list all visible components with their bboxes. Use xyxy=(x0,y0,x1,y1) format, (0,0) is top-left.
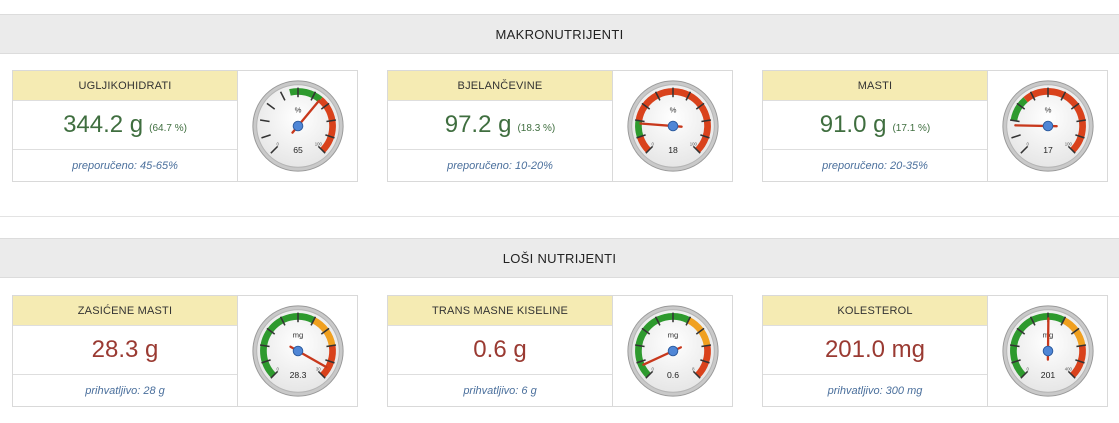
card-title: UGLJIKOHIDRATI xyxy=(13,71,237,101)
acceptable-note: prihvatljivo: 28 g xyxy=(85,384,165,397)
gauge-unit: % xyxy=(294,106,301,115)
section-divider xyxy=(0,216,1119,217)
gauge-max-label: 100 xyxy=(314,142,322,147)
gauge-hub xyxy=(1042,345,1053,357)
card-title: ZASIĆENE MASTI xyxy=(13,296,237,326)
nutrient-card-fats: MASTI 91.0 g (17.1 %) preporučeno: 20-35… xyxy=(762,70,1108,182)
gauge-dial: 0400mg201 xyxy=(1001,305,1094,397)
gauge-dial: 0 100%18 xyxy=(626,80,719,172)
gauge-max-label: 100 xyxy=(689,142,697,147)
gauge-unit: % xyxy=(669,106,676,115)
section-header-bad-nutrients: LOŠI NUTRIJENTI xyxy=(0,238,1119,278)
nutrient-percent: (64.7 %) xyxy=(149,122,187,134)
nutrient-card-cholesterol: KOLESTEROL 201.0 mg prihvatljivo: 300 mg… xyxy=(762,295,1108,407)
gauge-readout: 28.3 xyxy=(289,370,306,380)
gauge-dial: 0 100%65 xyxy=(251,80,344,172)
section-title: LOŠI NUTRIJENTI xyxy=(502,250,617,266)
gauge-hub xyxy=(1042,120,1053,132)
card-title: TRANS MASNE KISELINE xyxy=(388,296,612,326)
gauge-readout: 17 xyxy=(1043,145,1053,155)
nutrient-card-saturated-fats: ZASIĆENE MASTI 28.3 g prihvatljivo: 28 g… xyxy=(12,295,358,407)
gauge-max-label: 400 xyxy=(1064,367,1072,372)
nutrient-amount: 97.2 g xyxy=(444,111,512,138)
acceptable-note: prihvatljivo: 6 g xyxy=(463,384,537,397)
nutrient-percent: (18.3 %) xyxy=(517,122,556,134)
recommendation-note: preporučeno: 10-20% xyxy=(447,159,553,172)
nutrient-amount: 344.2 g xyxy=(63,111,144,138)
nutrient-amount: 91.0 g xyxy=(819,111,887,138)
gauge-dial: 0 100%17 xyxy=(1001,80,1094,172)
section-title: MAKRONUTRIJENTI xyxy=(495,26,624,42)
recommendation-note: preporučeno: 45-65% xyxy=(72,159,178,172)
gauge-hub xyxy=(667,345,678,357)
gauge-max-label: 100 xyxy=(1064,142,1072,147)
card-title: KOLESTEROL xyxy=(763,296,987,326)
gauge-hub xyxy=(292,120,303,132)
gauge-max-label: 30 xyxy=(315,367,320,372)
nutrient-amount: 201.0 mg xyxy=(824,336,926,363)
card-title: MASTI xyxy=(763,71,987,101)
gauge-dial: 0 30mg28.3 xyxy=(251,305,344,397)
gauge-readout: 65 xyxy=(293,145,303,155)
gauge-readout: 0.6 xyxy=(667,370,679,380)
acceptable-note: prihvatljivo: 300 mg xyxy=(827,384,923,397)
gauge-unit: mg xyxy=(292,331,303,340)
nutrient-card-trans-fats: TRANS MASNE KISELINE 0.6 g prihvatljivo:… xyxy=(387,295,733,407)
nutrient-amount: 0.6 g xyxy=(473,336,527,363)
gauge-readout: 201 xyxy=(1040,370,1055,380)
recommendation-note: preporučeno: 20-35% xyxy=(822,159,928,172)
gauge-unit: mg xyxy=(667,331,678,340)
gauge-hub xyxy=(292,345,303,357)
gauge-hub xyxy=(667,120,678,132)
nutrient-card-protein: BJELANČEVINE 97.2 g (18.3 %) preporučeno… xyxy=(387,70,733,182)
gauge-dial: 0 8mg0.6 xyxy=(626,305,719,397)
gauge-readout: 18 xyxy=(668,145,678,155)
gauge-unit: % xyxy=(1044,106,1051,115)
nutrient-amount: 28.3 g xyxy=(91,336,159,363)
section-header-macronutrients: MAKRONUTRIJENTI xyxy=(0,14,1119,54)
card-title: BJELANČEVINE xyxy=(388,71,612,101)
nutrient-percent: (17.1 %) xyxy=(892,122,931,134)
nutrient-card-carbohydrates: UGLJIKOHIDRATI 344.2 g (64.7 %) preporuč… xyxy=(12,70,358,182)
